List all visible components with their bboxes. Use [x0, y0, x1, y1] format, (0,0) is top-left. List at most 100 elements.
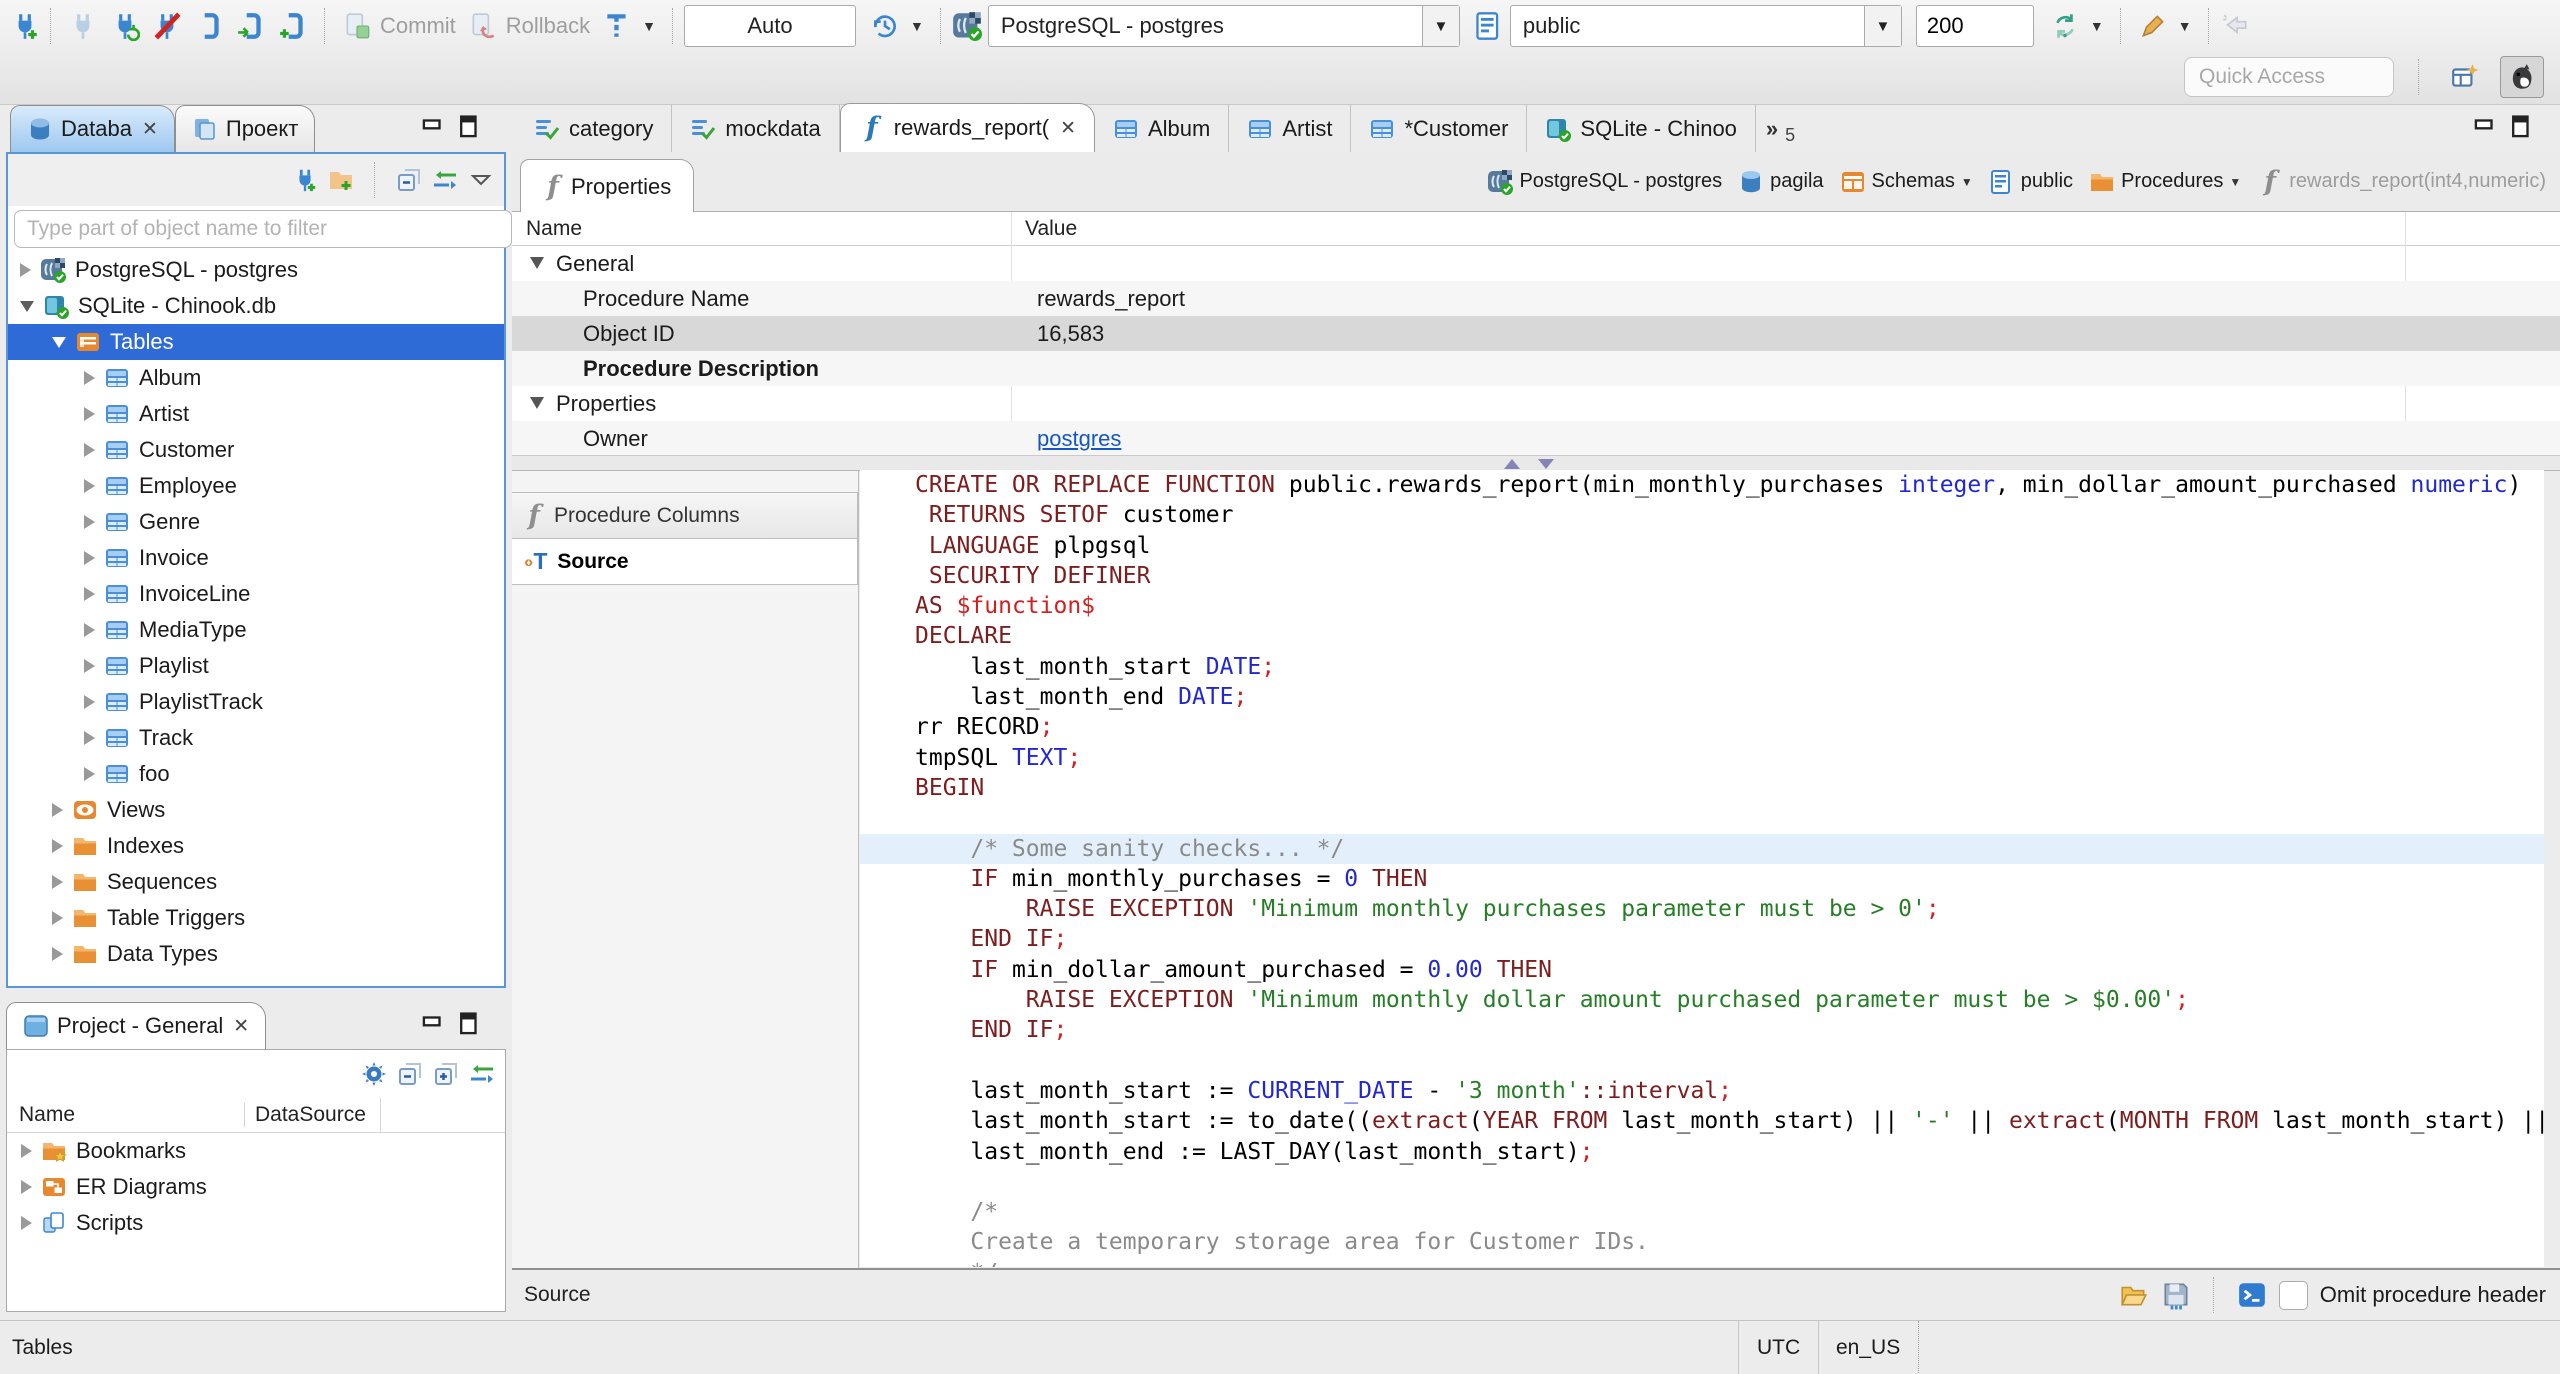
- minimize-button[interactable]: [420, 1011, 446, 1037]
- editor-tab-mockdata[interactable]: mockdata: [672, 105, 840, 152]
- breadcrumb-item-procedures[interactable]: Procedures ▼: [2089, 169, 2241, 195]
- property-row-general[interactable]: General: [512, 246, 2560, 281]
- editor-tab-album[interactable]: Album: [1095, 105, 1230, 152]
- breadcrumb-item-postgresql-postgres[interactable]: PostgreSQL - postgres: [1487, 169, 1722, 195]
- code-line[interactable]: AS $function$: [860, 591, 2544, 621]
- code-line[interactable]: IF min_dollar_amount_purchased = 0.00 TH…: [860, 955, 2544, 985]
- column-name[interactable]: Name: [7, 1103, 244, 1127]
- property-row-procedure-description[interactable]: Procedure Description: [512, 351, 2560, 386]
- transaction-log-button[interactable]: ▼: [864, 8, 930, 44]
- editor-tab-5[interactable]: » 5: [1756, 105, 1805, 152]
- new-connection-icon[interactable]: [292, 167, 318, 193]
- code-line[interactable]: last_month_start := CURRENT_DATE - '3 mo…: [860, 1076, 2544, 1106]
- code-line[interactable]: IF min_monthly_purchases = 0 THEN: [860, 864, 2544, 894]
- expand-arrow-icon[interactable]: [21, 1144, 32, 1158]
- expand-arrow-icon[interactable]: [84, 767, 95, 781]
- code-line[interactable]: last_month_end := LAST_DAY(last_month_st…: [860, 1137, 2544, 1167]
- save-to-file-icon[interactable]: [2161, 1280, 2191, 1310]
- code-line[interactable]: rr RECORD;: [860, 712, 2544, 742]
- expand-arrow-icon[interactable]: [84, 479, 95, 493]
- tab-project-general[interactable]: Project - General ✕: [6, 1002, 267, 1049]
- tree-item-postgresql-postgres[interactable]: PostgreSQL - postgres: [8, 252, 504, 288]
- tree-item-genre[interactable]: Genre: [8, 504, 504, 540]
- tab-procedure-columns[interactable]: f Procedure Columns: [512, 492, 858, 539]
- commit-mode-combo[interactable]: Auto: [684, 5, 857, 47]
- property-row-object-id[interactable]: Object ID 16,583: [512, 316, 2560, 351]
- code-line[interactable]: /*: [860, 1197, 2544, 1227]
- minimize-button[interactable]: [420, 114, 446, 140]
- project-item-bookmarks[interactable]: Bookmarks: [7, 1133, 505, 1169]
- rollback-button[interactable]: Rollback: [462, 8, 596, 44]
- generate-sql-button[interactable]: ▼: [2132, 8, 2198, 44]
- code-line[interactable]: SECURITY DEFINER: [860, 561, 2544, 591]
- gear-icon[interactable]: [361, 1061, 387, 1087]
- connection-combo[interactable]: PostgreSQL - postgres ▼: [987, 5, 1460, 47]
- editor-tab-category[interactable]: category: [516, 105, 673, 152]
- load-from-file-icon[interactable]: [2119, 1280, 2149, 1310]
- source-code-editor[interactable]: CREATE OR REPLACE FUNCTION public.reward…: [860, 470, 2544, 1267]
- expand-arrow-icon[interactable]: [84, 695, 95, 709]
- view-menu-icon[interactable]: [468, 167, 494, 193]
- property-row-properties[interactable]: Properties: [512, 386, 2560, 421]
- collapse-all-icon[interactable]: [396, 167, 422, 193]
- tab-projects[interactable]: Проект: [174, 105, 316, 152]
- breadcrumb-item-pagila[interactable]: pagila: [1738, 169, 1824, 195]
- expand-arrow-icon[interactable]: [84, 371, 95, 385]
- back-navigation-icon[interactable]: [2220, 11, 2250, 41]
- tab-properties[interactable]: f Properties: [520, 159, 695, 213]
- new-connection-icon[interactable]: [10, 11, 40, 41]
- code-line[interactable]: BEGIN: [860, 773, 2544, 803]
- close-icon[interactable]: ✕: [233, 1015, 249, 1038]
- tree-item-data-types[interactable]: Data Types: [8, 936, 504, 972]
- breadcrumb-item-rewards-report-int4-numeric[interactable]: f rewards_report(int4,numeric): [2257, 168, 2546, 195]
- tree-item-indexes[interactable]: Indexes: [8, 828, 504, 864]
- expand-arrow-icon[interactable]: [52, 911, 63, 925]
- expand-arrow-icon[interactable]: [84, 659, 95, 673]
- reconnect-icon[interactable]: [110, 11, 140, 41]
- chevron-down-icon[interactable]: ▼: [2229, 175, 2241, 189]
- code-line[interactable]: last_month_end DATE;: [860, 682, 2544, 712]
- expand-arrow-icon[interactable]: [21, 1216, 32, 1230]
- tree-item-sequences[interactable]: Sequences: [8, 864, 504, 900]
- code-line[interactable]: last_month_start DATE;: [860, 652, 2544, 682]
- fetch-size-input[interactable]: [1915, 5, 2034, 47]
- tab-source[interactable]: ‹›T Source: [512, 538, 858, 585]
- property-value[interactable]: postgres: [1037, 426, 1121, 452]
- commit-button[interactable]: Commit: [336, 8, 462, 44]
- tree-item-views[interactable]: Views: [8, 792, 504, 828]
- tree-item-sqlite-chinook-db[interactable]: SQLite - Chinook.db: [8, 288, 504, 324]
- tree-item-table-triggers[interactable]: Table Triggers: [8, 900, 504, 936]
- code-line[interactable]: RAISE EXCEPTION 'Minimum monthly dollar …: [860, 985, 2544, 1015]
- breadcrumb-item-schemas[interactable]: Schemas ▼: [1840, 169, 1973, 195]
- new-sql-editor-icon[interactable]: [278, 11, 308, 41]
- code-line[interactable]: Create a temporary storage area for Cust…: [860, 1227, 2544, 1257]
- disconnect-icon[interactable]: [152, 11, 182, 41]
- expand-arrow-icon[interactable]: [84, 515, 95, 529]
- expand-arrow-icon[interactable]: [21, 1180, 32, 1194]
- breadcrumb-item-public[interactable]: public: [1989, 169, 2073, 195]
- collapse-arrow-icon[interactable]: [52, 336, 66, 348]
- tree-item-artist[interactable]: Artist: [8, 396, 504, 432]
- timezone-indicator[interactable]: UTC: [1738, 1321, 1820, 1374]
- column-name[interactable]: Name: [526, 217, 582, 241]
- tree-item-mediatype[interactable]: MediaType: [8, 612, 504, 648]
- tree-item-employee[interactable]: Employee: [8, 468, 504, 504]
- link-with-editor-icon[interactable]: [432, 167, 458, 193]
- code-line[interactable]: tmpSQL TEXT;: [860, 743, 2544, 773]
- editor-tab-artist[interactable]: Artist: [1229, 105, 1352, 152]
- expand-arrow-icon[interactable]: [52, 839, 63, 853]
- project-item-er-diagrams[interactable]: ER Diagrams: [7, 1169, 505, 1205]
- tree-item-invoiceline[interactable]: InvoiceLine: [8, 576, 504, 612]
- omit-procedure-header-checkbox[interactable]: [2278, 1280, 2308, 1310]
- pane-splitter[interactable]: [512, 455, 2560, 471]
- collapse-up-icon[interactable]: [1504, 459, 1520, 469]
- new-folder-icon[interactable]: [328, 167, 354, 193]
- collapse-arrow-icon[interactable]: [20, 300, 34, 312]
- expand-all-icon[interactable]: [433, 1061, 459, 1087]
- expand-arrow-icon[interactable]: [84, 443, 95, 457]
- project-item-scripts[interactable]: Scripts: [7, 1205, 505, 1241]
- tree-item-tables[interactable]: Tables: [8, 324, 504, 360]
- collapse-arrow-icon[interactable]: [530, 397, 544, 409]
- tree-item-invoice[interactable]: Invoice: [8, 540, 504, 576]
- code-line[interactable]: END IF;: [860, 1015, 2544, 1045]
